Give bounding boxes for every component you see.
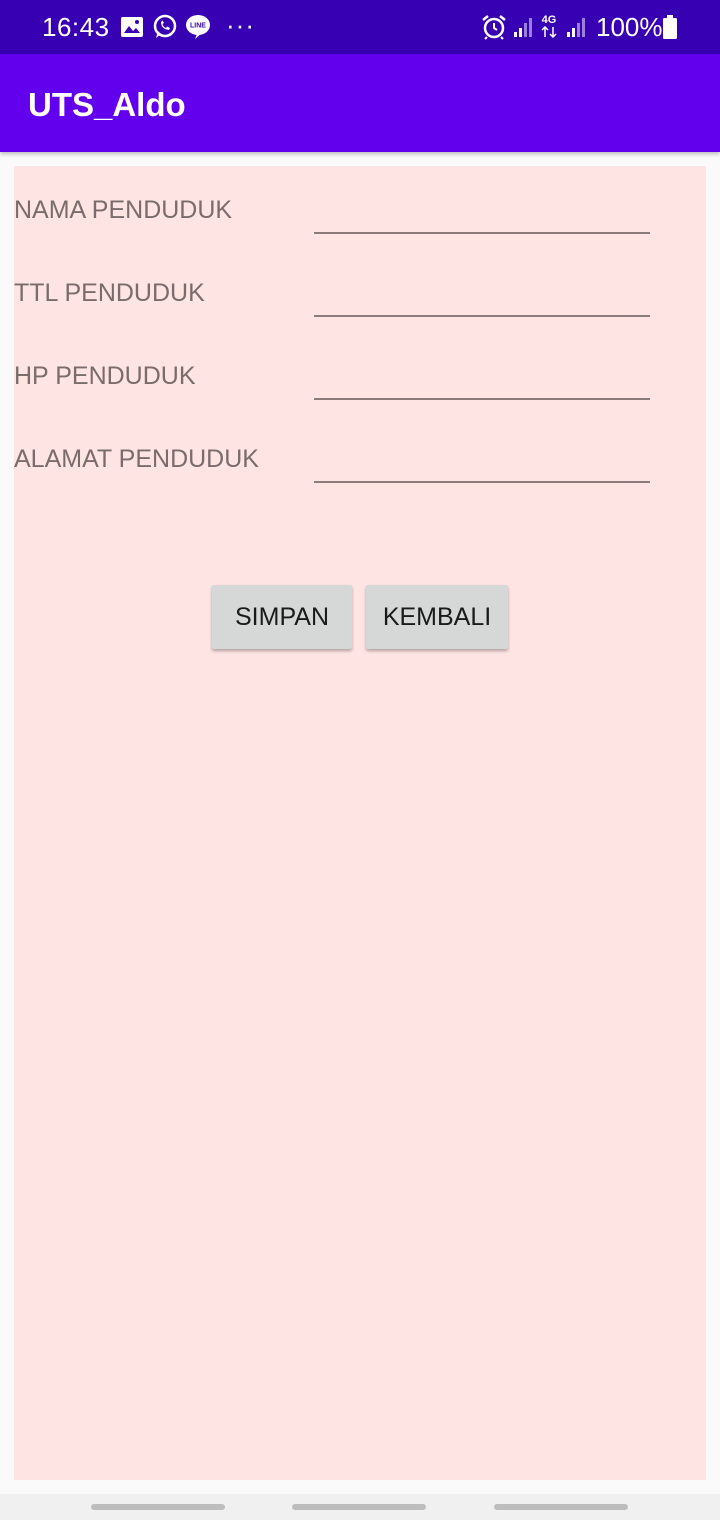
form-row-ttl: TTL PENDUDUK xyxy=(14,249,706,317)
alarm-icon xyxy=(481,14,507,40)
signal-icon xyxy=(513,14,535,40)
image-icon xyxy=(120,14,144,40)
form-row-hp: HP PENDUDUK xyxy=(14,332,706,400)
signal-icon-2 xyxy=(566,14,588,40)
nama-penduduk-input[interactable] xyxy=(314,176,650,234)
whatsapp-icon xyxy=(152,14,178,40)
form-row-nama: NAMA PENDUDUK xyxy=(14,166,706,234)
nav-back-button[interactable] xyxy=(494,1504,628,1510)
hp-penduduk-label: HP PENDUDUK xyxy=(14,362,196,390)
app-title: UTS_Aldo xyxy=(28,86,186,123)
network-type-icon: 4G xyxy=(541,13,557,39)
form-row-alamat: ALAMAT PENDUDUK xyxy=(14,415,706,483)
nama-penduduk-label: NAMA PENDUDUK xyxy=(14,196,233,224)
line-icon: LINE xyxy=(185,14,211,40)
simpan-button[interactable]: SIMPAN xyxy=(212,585,352,649)
navigation-bar xyxy=(0,1494,720,1520)
ttl-penduduk-input[interactable] xyxy=(314,259,650,317)
status-bar: 16:43 LINE ··· 4G 100% xyxy=(0,0,720,54)
status-time: 16:43 xyxy=(42,12,110,42)
battery-percentage: 100% xyxy=(596,12,663,42)
battery-icon xyxy=(662,14,678,40)
network-type-label: 4G xyxy=(541,14,557,26)
nav-recents-button[interactable] xyxy=(91,1504,225,1510)
alamat-penduduk-label: ALAMAT PENDUDUK xyxy=(14,445,259,473)
alamat-penduduk-input[interactable] xyxy=(314,425,650,483)
form-container: NAMA PENDUDUK TTL PENDUDUK HP PENDUDUK A… xyxy=(14,166,706,1480)
more-notifications-icon: ··· xyxy=(226,10,255,40)
nav-home-button[interactable] xyxy=(292,1504,426,1510)
hp-penduduk-input[interactable] xyxy=(314,342,650,400)
app-bar: UTS_Aldo xyxy=(0,54,720,152)
kembali-button[interactable]: KEMBALI xyxy=(366,585,508,649)
ttl-penduduk-label: TTL PENDUDUK xyxy=(14,279,205,307)
svg-text:LINE: LINE xyxy=(190,23,206,30)
